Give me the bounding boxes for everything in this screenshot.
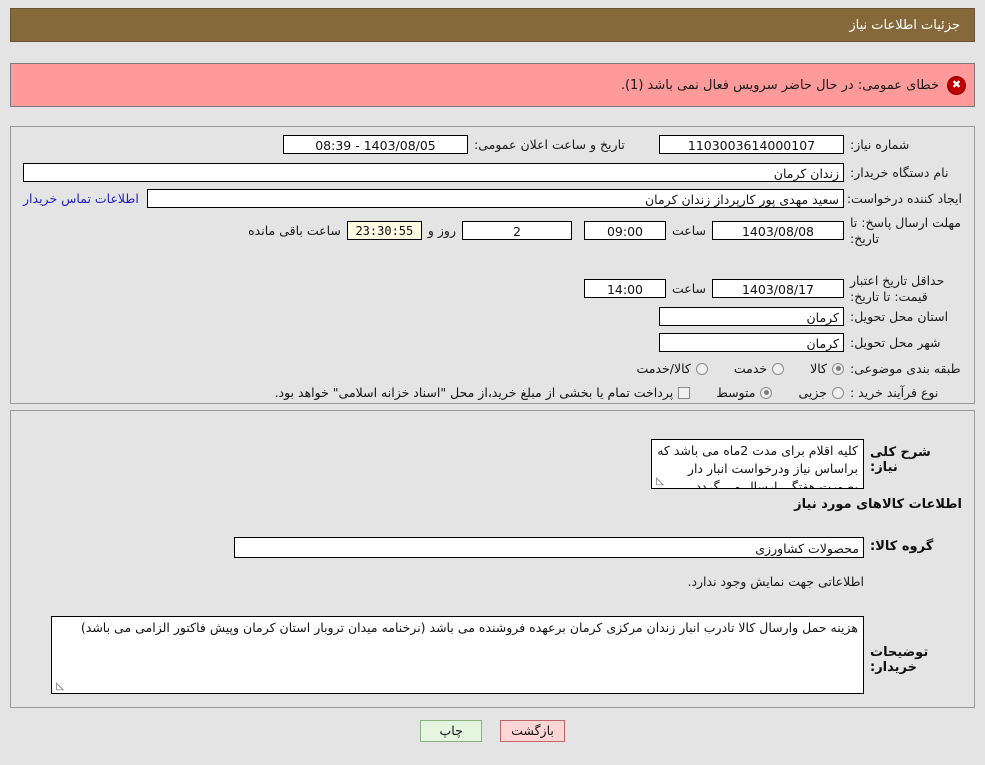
classification-option-kala-khedmat[interactable]: کالا/خدمت [636,361,708,376]
radio-kala-khedmat-icon[interactable] [695,362,708,375]
countdown-timer: 23:30:55 [346,221,422,241]
page-root: جزئیات اطلاعات نیاز ✖ خطای عمومی: در حال… [0,0,985,765]
remaining-days-value: 2 [461,221,572,241]
goods-group-label: گروه کالا: [870,539,934,554]
buyer-notes-value: هزینه حمل وارسال کالا تادرب انبار زندان … [80,620,858,635]
error-circle-icon: ✖ [947,75,966,95]
resize-grip-icon[interactable]: ◺ [654,477,664,487]
need-detail-panel: شرح کلی نیاز: کلیه اقلام برای مدت 2ماه م… [10,410,975,708]
reply-deadline-date: 1403/08/08 [712,221,844,241]
public-announce-value: 1403/08/05 - 08:39 [283,135,468,154]
reply-deadline-hour-label: ساعت [671,223,706,239]
footer-button-bar: بازگشت چاپ [0,720,985,742]
error-message: خطای عمومی: در حال حاضر سرویس فعال نمی ب… [620,77,939,93]
resize-grip-icon-notes[interactable]: ◺ [54,682,64,692]
treasury-docs-checkbox-group[interactable]: پرداخت تمام یا بخشی از مبلغ خرید،از محل … [275,385,691,400]
remaining-days-label: روز و [427,223,456,239]
treasury-docs-checkbox-icon[interactable] [678,386,691,399]
radio-khedmat-icon[interactable] [772,362,785,375]
need-info-panel: شماره نیاز: 1103003614000107 تاریخ و ساع… [10,126,975,404]
radio-motavasset-icon[interactable] [760,386,773,399]
remaining-hours-label: ساعت باقی مانده [248,223,341,239]
delivery-province-label: استان محل تحویل: [850,309,949,324]
radio-jozi-icon[interactable] [832,386,844,399]
price-validity-label: حداقل تاریخ اعتبار قیمت: تا تاریخ: [850,273,945,304]
price-validity-date: 1403/08/17 [712,279,844,299]
radio-kala-icon[interactable] [832,362,844,375]
goods-group-value: محصولات کشاورزی [234,537,864,558]
purchase-type-option-motavasset[interactable]: متوسط [716,385,773,400]
delivery-city-label: شهر محل تحویل: [850,335,941,350]
row-classification: طبقه بندی موضوعی: کالا خدمت کالا/خدمت [610,361,962,376]
print-button[interactable]: چاپ [420,720,483,742]
buyer-contact-link[interactable]: اطلاعات تماس خریدار [23,191,147,206]
buyer-org-value: زندان کرمان [23,163,844,182]
price-validity-hour: 14:00 [583,279,666,299]
delivery-city-value: کرمان [659,333,844,352]
row-delivery-province: استان محل تحویل: کرمان [659,307,962,326]
row-need-number: شماره نیاز: 1103003614000107 [659,135,962,154]
requester-label: ایجاد کننده درخواست: [846,191,962,206]
goods-section-heading: اطلاعات کالاهای مورد نیاز [794,497,962,512]
row-buyer-org: نام دستگاه خریدار: زندان کرمان [23,163,962,182]
row-purchase-type: نوع فرآیند خرید : جزیی متوسط پرداخت تمام… [267,385,962,400]
need-number-value: 1103003614000107 [659,135,844,154]
classification-option-label-0: کالا [810,361,827,376]
summary-value: کلیه اقلام برای مدت 2ماه می باشد که براس… [657,443,858,489]
requester-value: سعید مهدی پور کارپرداز زندان کرمان [146,189,844,208]
row-delivery-city: شهر محل تحویل: کرمان [659,333,962,352]
classification-label: طبقه بندی موضوعی: [850,361,961,376]
purchase-type-option-label-1: متوسط [716,385,756,400]
summary-textarea[interactable]: کلیه اقلام برای مدت 2ماه می باشد که براس… [651,439,864,489]
summary-label: شرح کلی نیاز: [870,445,931,475]
buyer-notes-label: توضیحات خریدار: [870,645,929,675]
classification-option-kala[interactable]: کالا [810,361,844,376]
purchase-type-option-label-0: جزیی [798,385,827,400]
reply-deadline-hour: 09:00 [583,221,666,241]
row-public-announce: تاریخ و ساعت اعلان عمومی: 1403/08/05 - 0… [283,135,664,154]
error-banner: ✖ خطای عمومی: در حال حاضر سرویس فعال نمی… [10,63,975,107]
classification-option-label-1: خدمت [733,361,768,376]
purchase-type-option-jozi[interactable]: جزیی [798,385,844,400]
reply-deadline-label: مهلت ارسال پاسخ: تا تاریخ: [850,215,961,246]
row-requester: ایجاد کننده درخواست: سعید مهدی پور کارپر… [23,189,962,208]
buyer-org-label: نام دستگاه خریدار: [850,165,949,180]
buyer-notes-textarea[interactable]: هزینه حمل وارسال کالا تادرب انبار زندان … [51,616,864,694]
empty-data-notice: اطلاعاتی جهت نمایش وجود ندارد. [687,574,864,589]
classification-option-khedmat[interactable]: خدمت [733,361,785,376]
price-validity-hour-label: ساعت [671,281,706,297]
treasury-docs-checkbox-label: پرداخت تمام یا بخشی از مبلغ خرید،از محل … [274,385,674,400]
row-reply-deadline: مهلت ارسال پاسخ: تا تاریخ: 1403/08/08 سا… [242,215,962,246]
need-number-label: شماره نیاز: [850,137,910,152]
delivery-province-value: کرمان [659,307,844,326]
row-price-validity: حداقل تاریخ اعتبار قیمت: تا تاریخ: 1403/… [583,273,962,304]
back-button[interactable]: بازگشت [500,720,565,742]
page-title-bar: جزئیات اطلاعات نیاز [10,8,975,42]
classification-option-label-2: کالا/خدمت [636,361,691,376]
public-announce-label: تاریخ و ساعت اعلان عمومی: [474,137,625,152]
purchase-type-label: نوع فرآیند خرید : [850,385,939,400]
page-title: جزئیات اطلاعات نیاز [849,17,960,33]
